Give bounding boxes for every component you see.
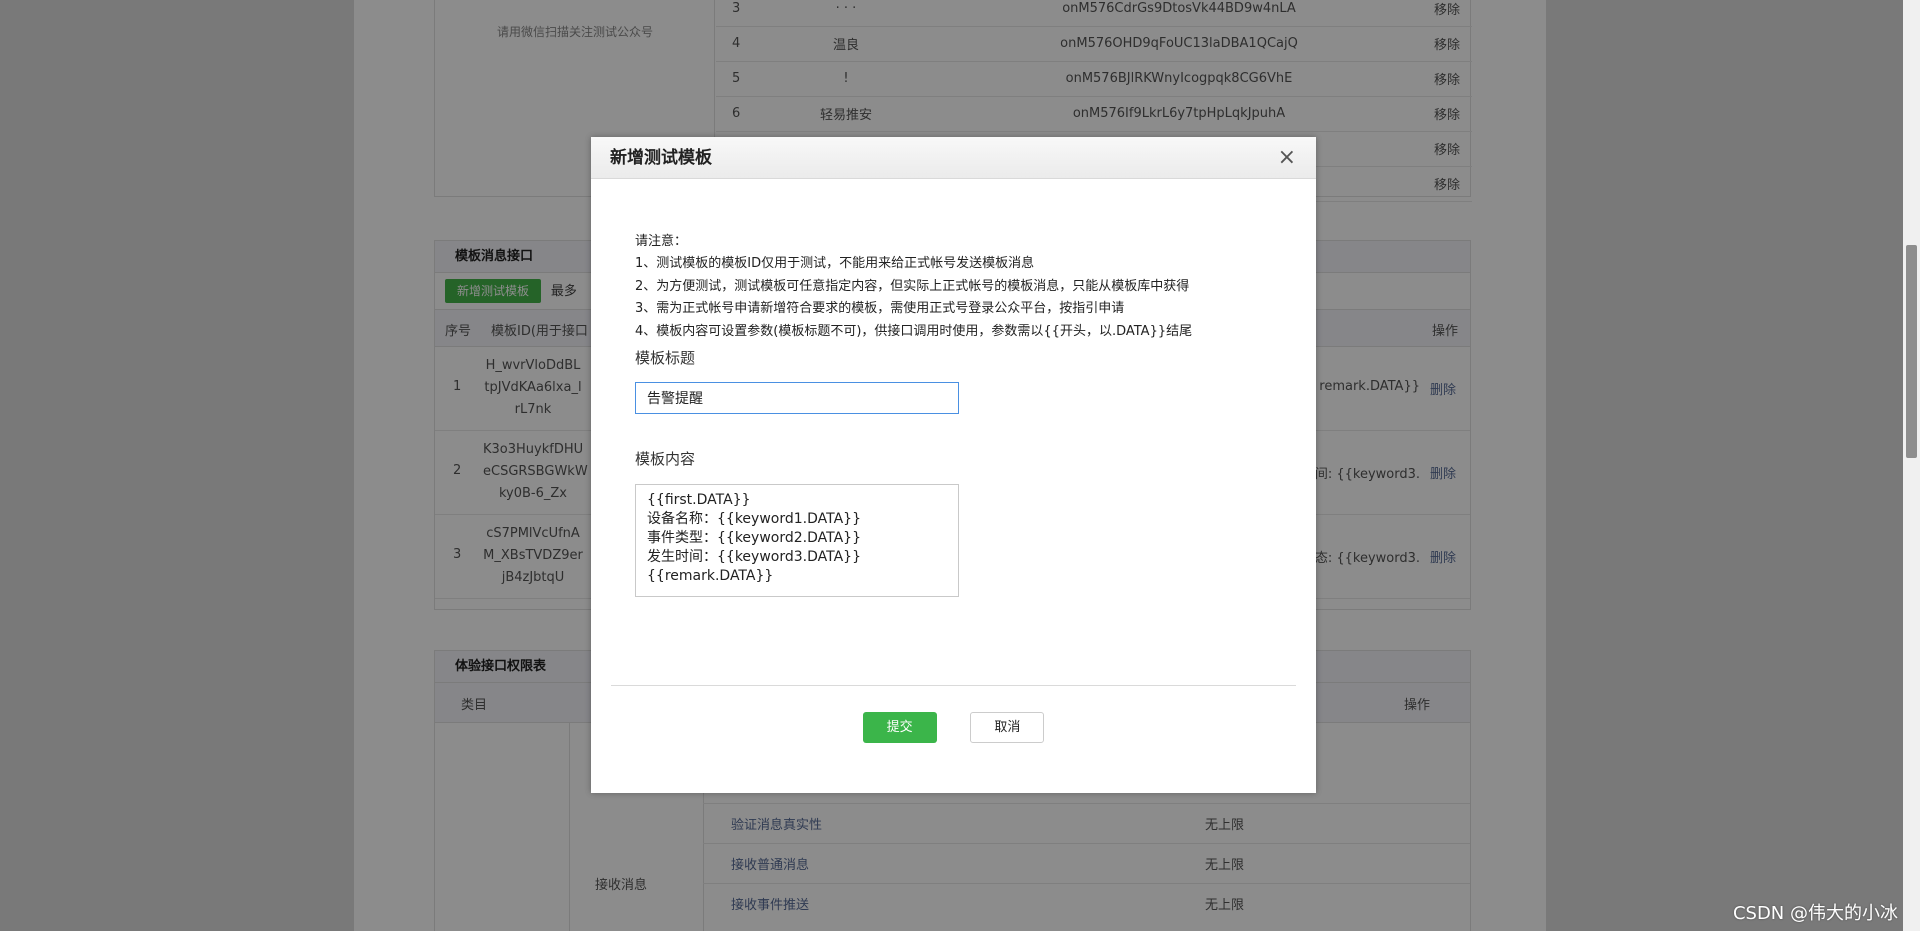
add-template-dialog: 新增测试模板 × 请注意： 1、测试模板的模板ID仅用于测试，不能用来给正式帐号… <box>591 137 1316 793</box>
dialog-footer: 提交 取消 <box>591 712 1316 743</box>
scrollbar-thumb[interactable] <box>1906 245 1917 458</box>
dialog-body: 请注意： 1、测试模板的模板ID仅用于测试，不能用来给正式帐号发送模板消息 2、… <box>591 179 1316 600</box>
template-title-input[interactable] <box>635 382 959 414</box>
submit-button[interactable]: 提交 <box>862 712 937 743</box>
dialog-header: 新增测试模板 × <box>591 137 1316 179</box>
template-title-label: 模板标题 <box>635 349 696 367</box>
dialog-title: 新增测试模板 <box>610 148 712 168</box>
cancel-button[interactable]: 取消 <box>970 712 1045 743</box>
notice-line-1: 1、测试模板的模板ID仅用于测试，不能用来给正式帐号发送模板消息 <box>635 256 1035 271</box>
close-icon[interactable]: × <box>1278 137 1296 179</box>
vertical-scrollbar[interactable] <box>1903 0 1920 931</box>
dialog-divider <box>611 685 1296 686</box>
notice-line-2: 2、为方便测试，测试模板可任意指定内容，但实际上正式帐号的模板消息，只能从模板库… <box>635 278 1190 294</box>
template-content-textarea[interactable]: {{first.DATA}} 设备名称：{{keyword1.DATA}} 事件… <box>635 484 959 597</box>
template-content-label: 模板内容 <box>635 450 696 468</box>
notice-line-4: 4、模板内容可设置参数(模板标题不可)，供接口调用时使用，参数需以{{开头，以.… <box>635 323 1193 339</box>
watermark: CSDN @伟大的小冰 <box>1732 903 1898 924</box>
notice-line-3: 3、需为正式帐号申请新增符合要求的模板，需使用正式号登录公众平台，按指引申请 <box>635 301 1125 316</box>
notice-title: 请注意： <box>635 234 688 249</box>
